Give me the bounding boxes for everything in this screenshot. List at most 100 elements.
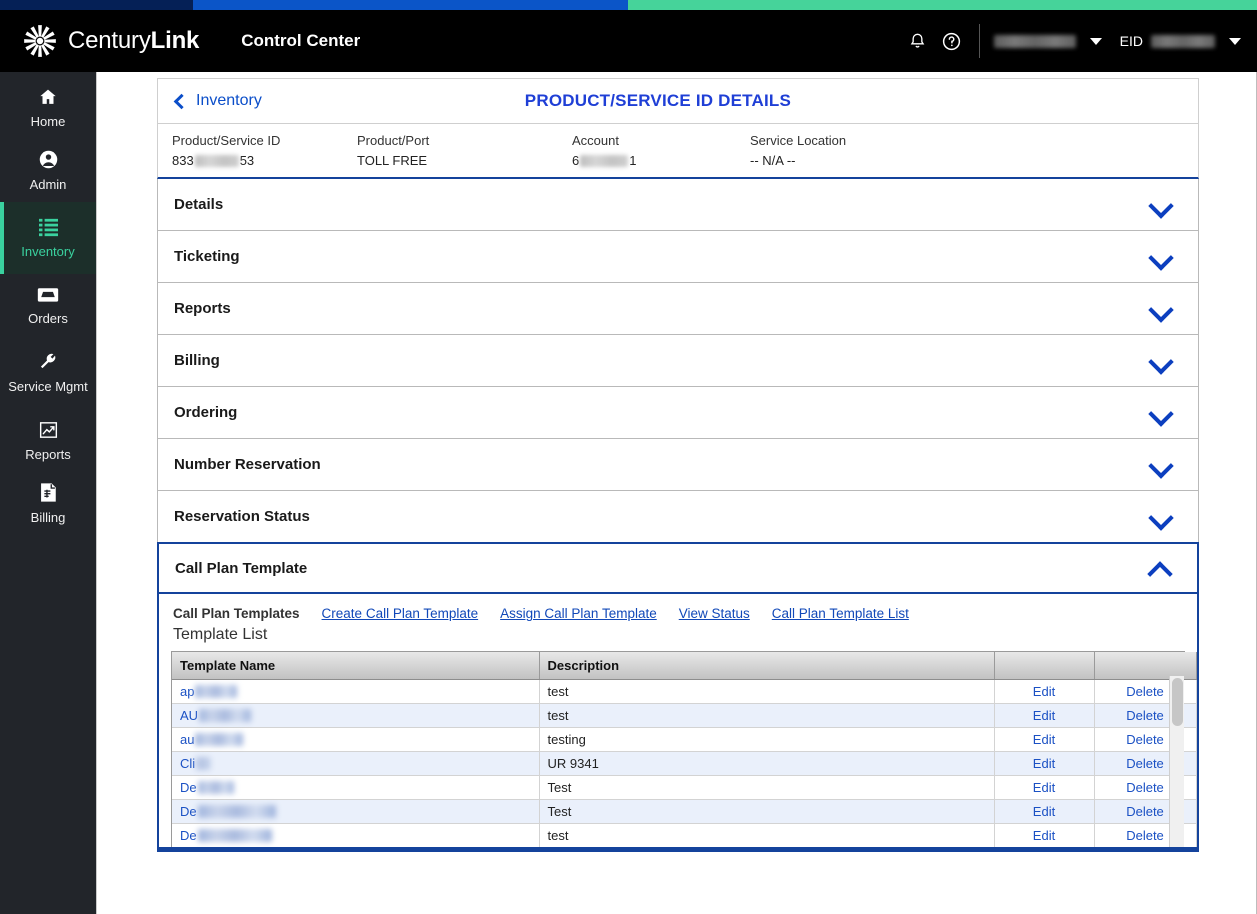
- template-name-link[interactable]: De: [180, 804, 276, 819]
- sidebar-item-service-mgmt[interactable]: Service Mgmt: [0, 337, 96, 409]
- delete-link[interactable]: Delete: [1126, 780, 1164, 795]
- accordion-details[interactable]: Details: [157, 179, 1199, 231]
- sidebar-item-orders[interactable]: Orders: [0, 274, 96, 337]
- chevron-up-icon[interactable]: [1150, 559, 1169, 578]
- table-row: AU test Edit Delete: [172, 703, 1197, 728]
- edit-link[interactable]: Edit: [1033, 708, 1055, 723]
- question-circle-icon: [943, 32, 961, 50]
- accordion-title: Details: [174, 196, 224, 213]
- summary-field-account: Account 6 1: [572, 133, 750, 168]
- bell-icon: [910, 33, 925, 48]
- column-header-description[interactable]: Description: [539, 652, 995, 680]
- panel-bottom-edge: [157, 849, 1199, 852]
- sidebar-item-reports[interactable]: Reports: [0, 409, 96, 472]
- table-vertical-scrollbar[interactable]: [1169, 676, 1184, 847]
- cell-edit: Edit: [994, 799, 1095, 824]
- summary-field-label: Service Location: [750, 133, 847, 148]
- summary-value-prefix: 833: [172, 153, 194, 168]
- template-name-link[interactable]: AU: [180, 708, 252, 723]
- accordion-reports[interactable]: Reports: [157, 283, 1199, 335]
- delete-link[interactable]: Delete: [1126, 804, 1164, 819]
- accordion-title: Call Plan Template: [175, 559, 308, 577]
- delete-link[interactable]: Delete: [1126, 828, 1164, 843]
- accordion-ticketing[interactable]: Ticketing: [157, 231, 1199, 283]
- chevron-left-icon: [173, 93, 190, 109]
- template-name-link[interactable]: Cli: [180, 756, 211, 771]
- redacted-segment: [197, 781, 234, 794]
- sidebar-item-home[interactable]: Home: [0, 76, 96, 139]
- table-row: De test Edit Delete: [172, 823, 1197, 847]
- cell-template-name: au: [172, 727, 540, 752]
- edit-link[interactable]: Edit: [1033, 828, 1055, 843]
- brand-wordmark-first: Century: [68, 27, 151, 54]
- summary-field-product-service-id: Product/Service ID 833 53: [172, 133, 357, 168]
- global-header: CenturyLink Control Center EID: [0, 10, 1257, 72]
- cell-edit: Edit: [994, 703, 1095, 728]
- details-panel: Inventory PRODUCT/SERVICE ID DETAILS Pro…: [157, 78, 1199, 852]
- edit-link[interactable]: Edit: [1033, 684, 1055, 699]
- back-to-inventory-link[interactable]: Inventory: [172, 92, 262, 110]
- cell-description: UR 9341: [539, 751, 995, 776]
- template-name-link[interactable]: De: [180, 828, 272, 843]
- stripe-segment-navy: [0, 0, 193, 10]
- template-list-table-wrapper: Template Name Description ap test Edit Dele…: [171, 651, 1197, 847]
- view-status-link[interactable]: View Status: [679, 606, 750, 621]
- sidebar-item-admin[interactable]: Admin: [0, 139, 96, 202]
- template-list-table: Template Name Description ap test Edit Dele…: [172, 652, 1197, 847]
- cell-description: Test: [539, 775, 995, 800]
- delete-link[interactable]: Delete: [1126, 732, 1164, 747]
- chevron-down-icon[interactable]: [1151, 507, 1170, 526]
- template-name-link[interactable]: De: [180, 780, 234, 795]
- chevron-down-icon[interactable]: [1151, 195, 1170, 214]
- sidebar-item-label: Reports: [25, 446, 71, 462]
- accordion-ordering[interactable]: Ordering: [157, 387, 1199, 439]
- scrollbar-thumb[interactable]: [1172, 678, 1183, 726]
- eid-menu[interactable]: EID: [1102, 33, 1241, 49]
- chevron-down-icon[interactable]: [1151, 299, 1170, 318]
- call-plan-template-list-link[interactable]: Call Plan Template List: [772, 606, 909, 621]
- home-icon: [38, 87, 58, 110]
- page-body: Home Admin Inventory Orders Service Mgmt…: [0, 72, 1257, 914]
- accordion-reservation-status[interactable]: Reservation Status: [157, 491, 1199, 543]
- service-summary-bar: Product/Service ID 833 53 Product/Port T…: [157, 123, 1199, 179]
- help-button[interactable]: [935, 24, 969, 58]
- template-name-link[interactable]: au: [180, 732, 244, 747]
- page-header: Inventory PRODUCT/SERVICE ID DETAILS: [157, 78, 1199, 123]
- column-header-edit: [994, 652, 1095, 680]
- chevron-down-icon[interactable]: [1151, 455, 1170, 474]
- centurylink-sunburst-logo-icon: [24, 25, 56, 57]
- delete-link[interactable]: Delete: [1126, 684, 1164, 699]
- accordion-title: Billing: [174, 352, 220, 369]
- redacted-segment: [194, 154, 239, 167]
- accordion-billing[interactable]: Billing: [157, 335, 1199, 387]
- edit-link[interactable]: Edit: [1033, 756, 1055, 771]
- account-menu[interactable]: [993, 34, 1102, 48]
- notifications-button[interactable]: [901, 24, 935, 58]
- accordion-number-reservation[interactable]: Number Reservation: [157, 439, 1199, 491]
- accordion-call-plan-template[interactable]: Call Plan Template: [157, 542, 1199, 594]
- sidebar-item-billing[interactable]: Billing: [0, 472, 96, 535]
- chevron-down-icon[interactable]: [1151, 247, 1170, 266]
- chevron-down-icon[interactable]: [1151, 403, 1170, 422]
- brand-logo[interactable]: CenturyLink: [22, 23, 199, 59]
- delete-link[interactable]: Delete: [1126, 756, 1164, 771]
- assign-call-plan-template-link[interactable]: Assign Call Plan Template: [500, 606, 657, 621]
- cell-description: Test: [539, 799, 995, 824]
- sidebar-item-label: Orders: [28, 311, 68, 326]
- summary-field-value: 6 1: [572, 153, 750, 168]
- redacted-segment: [580, 154, 629, 167]
- cell-description: testing: [539, 727, 995, 752]
- page-title: PRODUCT/SERVICE ID DETAILS: [524, 91, 792, 110]
- sidebar-item-inventory[interactable]: Inventory: [0, 202, 96, 274]
- edit-link[interactable]: Edit: [1033, 732, 1055, 747]
- edit-link[interactable]: Edit: [1033, 780, 1055, 795]
- sidebar-item-label: Admin: [29, 177, 67, 192]
- delete-link[interactable]: Delete: [1126, 708, 1164, 723]
- create-call-plan-template-link[interactable]: Create Call Plan Template: [322, 606, 479, 621]
- column-header-template-name[interactable]: Template Name: [172, 652, 540, 680]
- summary-field-label: Product/Service ID: [172, 133, 281, 148]
- edit-link[interactable]: Edit: [1033, 804, 1055, 819]
- chevron-down-icon[interactable]: [1151, 351, 1170, 370]
- template-name-link[interactable]: ap: [180, 684, 238, 699]
- table-row: au testing Edit Delete: [172, 727, 1197, 752]
